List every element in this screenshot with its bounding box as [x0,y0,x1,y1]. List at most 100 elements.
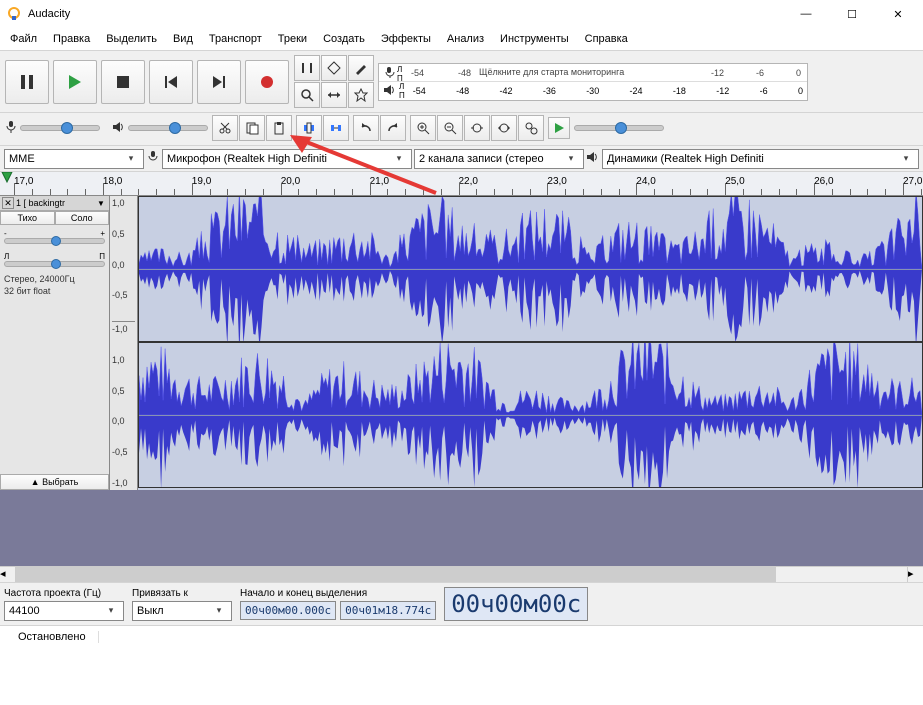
chevron-down-icon: ▾ [898,153,914,164]
timeshift-tool-button[interactable] [321,82,347,108]
menu-file[interactable]: Файл [2,31,45,47]
selection-end-field[interactable]: 00ч01м18.774с [340,601,436,620]
draw-tool-button[interactable] [348,55,374,81]
zoom-out-button[interactable] [437,115,463,141]
selection-label: Начало и конец выделения [240,588,436,599]
recording-volume-slider[interactable] [20,125,100,131]
chevron-down-icon: ▾ [563,153,579,164]
ruler-tick-label: 26,0 [814,176,833,187]
window-title: Audacity [28,8,70,20]
redo-button[interactable] [380,115,406,141]
waveform-channel-left[interactable] [138,196,923,342]
rec-tick: -54 [411,68,424,78]
selection-start-field[interactable]: 00ч00м00.000с [240,601,336,620]
status-text: Остановлено [6,631,99,643]
trim-outside-button[interactable] [296,115,322,141]
recording-device-select[interactable]: Микрофон (Realtek High Definiti▾ [162,149,412,169]
ruler-tick-label: 20,0 [281,176,300,187]
play-at-speed-button[interactable] [548,117,570,139]
audio-host-select[interactable]: MME▾ [4,149,144,169]
track-format-info: Стерео, 24000Гц 32 бит float [0,271,109,299]
playback-speed-slider[interactable] [574,125,664,131]
zoom-tool-button[interactable] [294,82,320,108]
fit-project-button[interactable] [491,115,517,141]
speaker-meter-icon [383,84,395,98]
menu-tracks[interactable]: Треки [270,31,315,47]
track-menu-button[interactable]: ▼ [97,199,107,208]
undo-button[interactable] [353,115,379,141]
chevron-down-icon: ▾ [391,153,407,164]
ruler-tick-label: 17,0 [14,176,33,187]
waveform-channel-right[interactable] [138,342,923,488]
project-rate-label: Частота проекта (Гц) [4,588,124,599]
zoom-in-button[interactable] [410,115,436,141]
selection-tool-button[interactable] [294,55,320,81]
menubar: Файл Правка Выделить Вид Транспорт Треки… [0,28,923,50]
copy-button[interactable] [239,115,265,141]
ruler-tick-label: 19,0 [192,176,211,187]
menu-generate[interactable]: Создать [315,31,373,47]
stop-button[interactable] [101,60,145,104]
menu-select[interactable]: Выделить [98,31,165,47]
track-close-button[interactable]: ✕ [2,197,14,209]
envelope-tool-button[interactable] [321,55,347,81]
track-select-button[interactable]: ▲ Выбрать [0,474,109,490]
track-mute-button[interactable]: Тихо [0,211,55,225]
window-maximize-button[interactable]: ☐ [829,0,875,28]
rec-mic-icon [4,120,18,137]
play-speaker-icon [112,120,126,137]
fit-selection-button[interactable] [464,115,490,141]
snap-to-label: Привязать к [132,588,232,599]
menu-analyze[interactable]: Анализ [439,31,492,47]
ruler-tick-label: 22,0 [459,176,478,187]
window-close-button[interactable]: ✕ [875,0,921,28]
menu-tools[interactable]: Инструменты [492,31,577,47]
speaker-device-icon [586,150,600,167]
audio-position-field[interactable]: 00ч00м00с [444,587,588,621]
mic-meter-icon [383,66,395,80]
track-solo-button[interactable]: Соло [55,211,110,225]
ruler-tick-label: 25,0 [725,176,744,187]
menu-view[interactable]: Вид [165,31,201,47]
recording-channels-select[interactable]: 2 канала записи (стерео▾ [414,149,584,169]
project-rate-select[interactable]: 44100▾ [4,601,124,621]
paste-button[interactable] [266,115,292,141]
hscroll-left-button[interactable]: ◂ [0,567,16,582]
skip-end-button[interactable] [197,60,241,104]
ruler-tick-label: 18,0 [103,176,122,187]
zoom-toggle-button[interactable] [518,115,544,141]
track-pan-slider[interactable] [4,261,105,267]
empty-track-area[interactable] [0,490,923,566]
skip-start-button[interactable] [149,60,193,104]
record-button[interactable] [245,60,289,104]
ruler-tick-label: 21,0 [370,176,389,187]
ruler-tick-label: 24,0 [636,176,655,187]
mic-device-icon [146,150,160,167]
multi-tool-button[interactable] [348,82,374,108]
timeline-ruler[interactable]: 17,0 18,0 19,0 20,0 21,0 22,0 23,0 24,0 25,0 26,0… [0,172,923,196]
track-gain-slider[interactable] [4,238,105,244]
window-minimize-button[interactable]: — [783,0,829,28]
play-button[interactable] [53,60,97,104]
menu-effects[interactable]: Эффекты [373,31,439,47]
snap-to-select[interactable]: Выкл▾ [132,601,232,621]
recording-meter[interactable]: ЛП -54 -48 Щёлкните для старта мониторин… [378,63,808,101]
track-name[interactable]: 1 [ backingtr [16,198,95,208]
app-logo-icon [6,6,22,22]
playhead-pin-icon[interactable] [0,172,14,186]
silence-selection-button[interactable] [323,115,349,141]
menu-help[interactable]: Справка [577,31,636,47]
ruler-tick-label: 23,0 [547,176,566,187]
menu-edit[interactable]: Правка [45,31,98,47]
pause-button[interactable] [5,60,49,104]
ruler-tick-label: 27,0 [903,176,922,187]
meter-L-label: Л [397,65,403,74]
meter-hint: Щёлкните для старта мониторинга [479,67,624,77]
hscroll-right-button[interactable]: ▸ [907,567,923,582]
menu-transport[interactable]: Транспорт [201,31,270,47]
playback-volume-slider[interactable] [128,125,208,131]
horizontal-scrollbar[interactable] [16,567,907,582]
cut-button[interactable] [212,115,238,141]
playback-device-select[interactable]: Динамики (Realtek High Definiti▾ [602,149,919,169]
chevron-down-icon: ▾ [123,153,139,164]
